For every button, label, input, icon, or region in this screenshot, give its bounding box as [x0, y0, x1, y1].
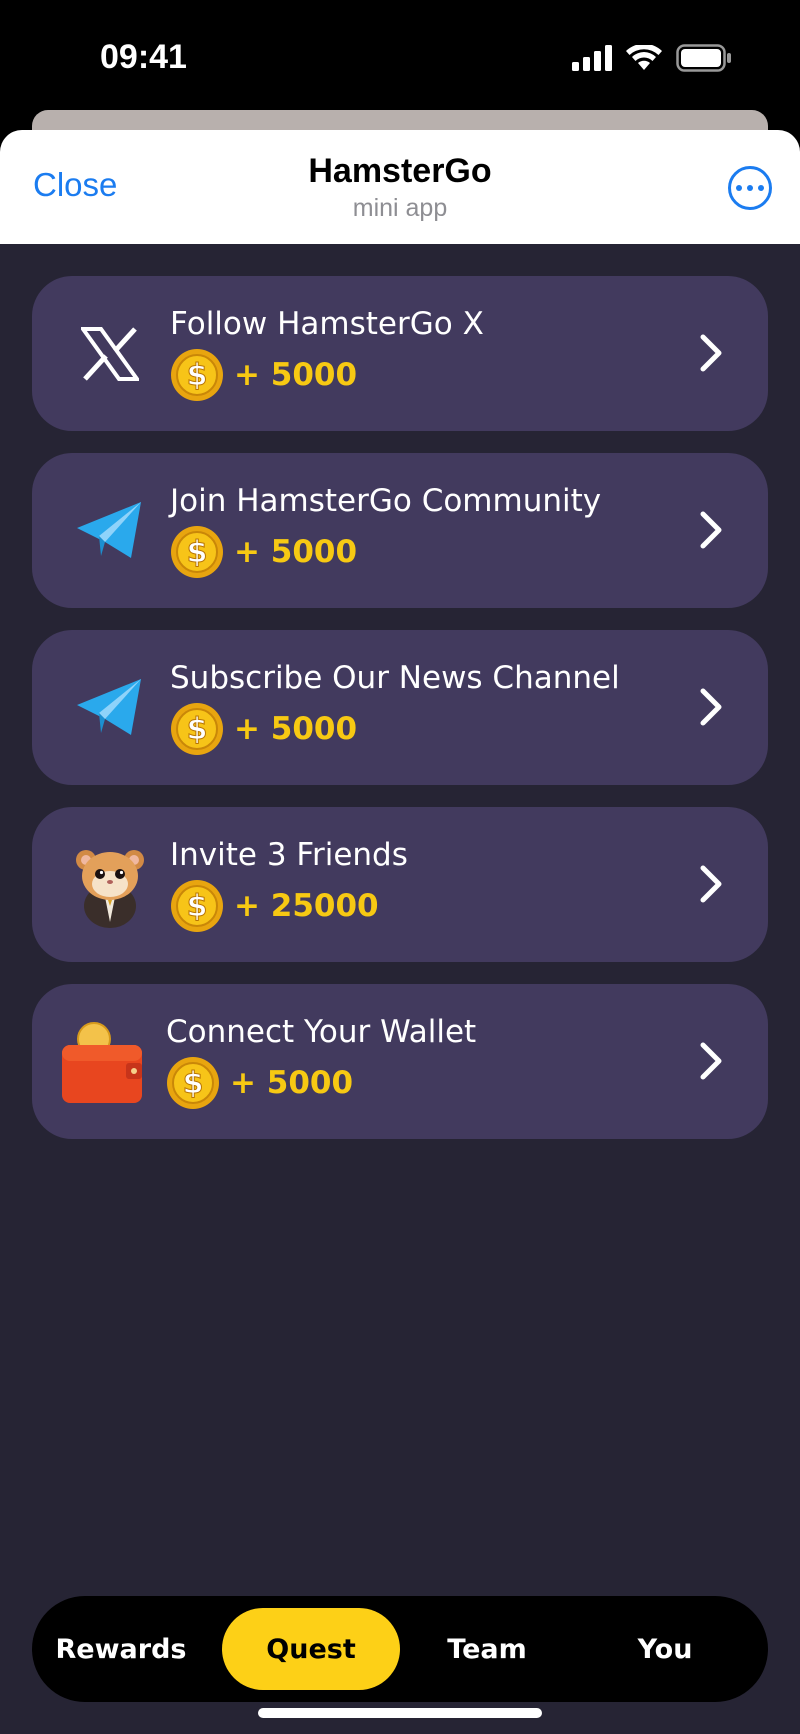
- app-subtitle: mini app: [352, 194, 448, 222]
- quest-reward: $ + 5000: [166, 1056, 353, 1110]
- hamster-icon: [68, 843, 152, 928]
- quest-card-connect-wallet[interactable]: Connect Your Wallet $ + 5000: [32, 984, 768, 1139]
- telegram-icon: [68, 666, 152, 750]
- mini-app-header: Close HamsterGo mini app: [0, 130, 800, 244]
- status-time: 09:41: [100, 38, 187, 76]
- bottom-tab-bar: Rewards Quest Team You: [32, 1596, 768, 1702]
- quest-title: Join HamsterGo Community: [170, 483, 602, 519]
- quest-title: Follow HamsterGo X: [170, 306, 484, 342]
- reward-amount: + 5000: [234, 357, 358, 393]
- chevron-right-icon: [700, 865, 722, 903]
- quest-reward: $ + 25000: [170, 879, 379, 933]
- tab-quest[interactable]: Quest: [222, 1608, 400, 1690]
- quest-card-news-channel[interactable]: Subscribe Our News Channel $ + 5000: [32, 630, 768, 785]
- chevron-right-icon: [700, 1042, 722, 1080]
- more-dot: [747, 185, 753, 191]
- svg-text:$: $: [187, 889, 208, 924]
- svg-text:$: $: [183, 1066, 204, 1101]
- wifi-icon: [626, 45, 662, 70]
- reward-amount: + 5000: [230, 1065, 354, 1101]
- svg-text:$: $: [187, 535, 208, 570]
- tab-you[interactable]: You: [576, 1608, 754, 1690]
- quest-list-area: Follow HamsterGo X $ + 5000 Join Hamster…: [0, 244, 800, 1734]
- telegram-icon: [68, 489, 152, 573]
- chevron-right-icon: [700, 511, 722, 549]
- quest-card-join-community[interactable]: Join HamsterGo Community $ + 5000: [32, 453, 768, 608]
- reward-amount: + 5000: [234, 711, 358, 747]
- tab-team[interactable]: Team: [398, 1608, 576, 1690]
- quest-title: Invite 3 Friends: [170, 837, 408, 873]
- coin-icon: $: [171, 703, 223, 755]
- more-dot: [758, 185, 764, 191]
- chevron-right-icon: [700, 334, 722, 372]
- quest-title: Connect Your Wallet: [166, 1014, 477, 1050]
- reward-amount: + 5000: [234, 534, 358, 570]
- coin-icon: $: [171, 880, 223, 932]
- svg-text:$: $: [187, 358, 208, 393]
- cellular-signal-icon: [572, 45, 612, 71]
- coin-icon: $: [171, 349, 223, 401]
- svg-text:$: $: [187, 712, 208, 747]
- quest-reward: $ + 5000: [170, 348, 357, 402]
- battery-icon: [676, 44, 731, 72]
- status-bar: 09:41: [0, 0, 800, 110]
- quest-reward: $ + 5000: [170, 525, 357, 579]
- more-options-button[interactable]: [728, 166, 772, 210]
- more-dot: [736, 185, 742, 191]
- app-title: HamsterGo: [308, 152, 492, 190]
- quest-title: Subscribe Our News Channel: [170, 660, 620, 696]
- status-icons: [572, 44, 732, 72]
- quest-card-follow-x[interactable]: Follow HamsterGo X $ + 5000: [32, 276, 768, 431]
- coin-icon: $: [171, 526, 223, 578]
- reward-amount: + 25000: [234, 888, 379, 924]
- quest-reward: $ + 5000: [170, 702, 357, 756]
- x-logo-icon: [68, 312, 152, 396]
- chevron-right-icon: [700, 688, 722, 726]
- tab-rewards[interactable]: Rewards: [32, 1608, 210, 1690]
- quest-card-invite-friends[interactable]: Invite 3 Friends $ + 25000: [32, 807, 768, 962]
- home-indicator: [258, 1708, 542, 1718]
- wallet-icon: [60, 1020, 144, 1104]
- coin-icon: $: [167, 1057, 219, 1109]
